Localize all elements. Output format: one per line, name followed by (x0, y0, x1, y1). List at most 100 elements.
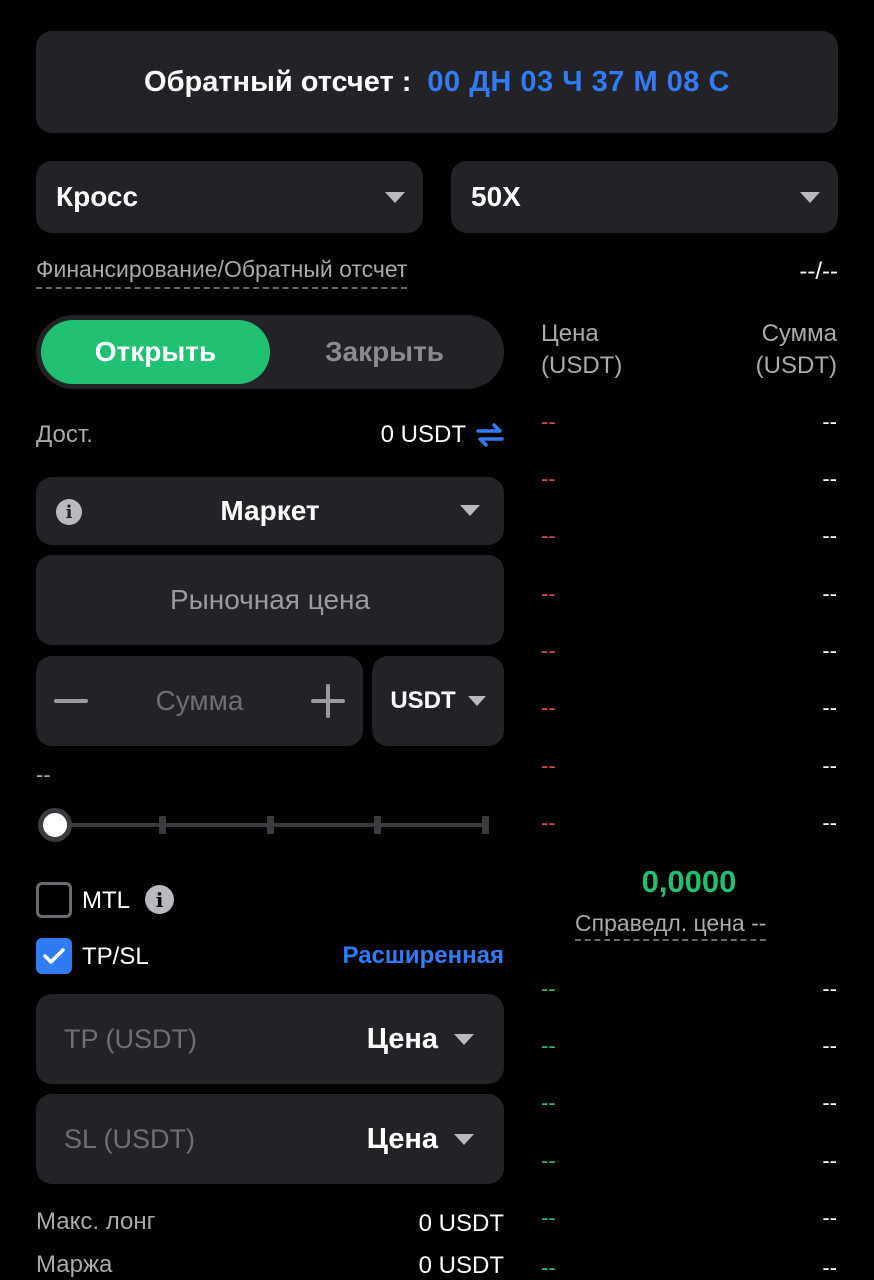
mtl-label: MTL (82, 887, 130, 914)
slider-thumb[interactable] (38, 808, 72, 842)
chevron-down-icon (385, 191, 405, 203)
amount-hint: -- (36, 762, 51, 787)
margin-mode-value: Кросс (56, 181, 139, 212)
margin-mode-select[interactable]: Кросс (36, 161, 423, 233)
ask-row[interactable]: -- -- (541, 581, 837, 607)
slider-tick[interactable] (482, 816, 489, 834)
max-long-label: Макс. лонг (36, 1208, 156, 1235)
ask-row[interactable]: -- -- (541, 409, 837, 435)
bid-amount: -- (822, 1033, 837, 1058)
sl-input[interactable]: SL (USDT) (64, 1094, 195, 1184)
bid-amount: -- (822, 1148, 837, 1173)
bid-price: -- (541, 976, 556, 1001)
available-row: 0 USDT (381, 421, 504, 449)
bid-amount: -- (822, 1255, 837, 1280)
ask-price: -- (541, 409, 556, 434)
leverage-select[interactable]: 50X (451, 161, 838, 233)
tab-open[interactable]: Открыть (41, 320, 270, 384)
max-long-value: 0 USDT (418, 1210, 504, 1237)
bid-price: -- (541, 1148, 556, 1173)
bid-row[interactable]: -- -- (541, 1148, 837, 1174)
fair-price[interactable]: Справедл. цена -- (575, 910, 767, 941)
ask-price: -- (541, 638, 556, 663)
advanced-link[interactable]: Расширенная (343, 942, 505, 970)
bid-amount: -- (822, 1090, 837, 1115)
mtl-checkbox[interactable] (36, 882, 72, 918)
slider-tick[interactable] (374, 816, 381, 834)
ask-row[interactable]: -- -- (541, 523, 837, 549)
bid-amount: -- (822, 976, 837, 1001)
chevron-down-icon (467, 696, 486, 706)
bid-row[interactable]: -- -- (541, 976, 837, 1002)
amount-unit-select[interactable]: USDT (372, 656, 504, 746)
open-close-toggle: Открыть Закрыть (36, 315, 504, 389)
chevron-down-icon (454, 1033, 474, 1045)
ask-row[interactable]: -- -- (541, 810, 837, 836)
ask-row[interactable]: -- -- (541, 466, 837, 492)
ask-amount: -- (822, 810, 837, 835)
chevron-down-icon (460, 505, 480, 516)
tpsl-label: TP/SL (82, 943, 149, 970)
countdown-label: Обратный отсчет : (144, 65, 412, 98)
chevron-down-icon (800, 191, 820, 203)
ask-row[interactable]: -- -- (541, 753, 837, 779)
slider-tick[interactable] (159, 816, 166, 834)
ask-amount: -- (822, 638, 837, 663)
ask-amount: -- (822, 466, 837, 491)
bid-row[interactable]: -- -- (541, 1090, 837, 1116)
price-field[interactable]: Рыночная цена (36, 555, 504, 645)
ob-price-unit: (USDT) (541, 352, 623, 379)
bid-row[interactable]: -- -- (541, 1255, 837, 1280)
mid-price: 0,0000 (641, 864, 737, 899)
sl-field[interactable]: SL (USDT) Цена (36, 1094, 504, 1184)
ask-row[interactable]: -- -- (541, 695, 837, 721)
ob-amount-header: Сумма (USDT) (756, 318, 837, 382)
bid-price: -- (541, 1205, 556, 1230)
tp-type-value: Цена (366, 1022, 438, 1055)
countdown-value: 00 ДН 03 Ч 37 М 08 С (427, 65, 730, 98)
ask-amount: -- (822, 581, 837, 606)
funding-label[interactable]: Финансирование/Обратный отсчет (36, 256, 408, 289)
bid-price: -- (541, 1255, 556, 1280)
plus-icon-vertical[interactable] (326, 684, 330, 718)
bid-row[interactable]: -- -- (541, 1205, 837, 1231)
bid-amount: -- (822, 1205, 837, 1230)
tab-close[interactable]: Закрыть (270, 320, 499, 384)
ask-price: -- (541, 810, 556, 835)
ask-amount: -- (822, 753, 837, 778)
ask-price: -- (541, 581, 556, 606)
available-label: Дост. (36, 421, 93, 448)
sl-type-select[interactable]: Цена (367, 1094, 474, 1184)
tpsl-checkbox[interactable] (36, 938, 72, 974)
ob-amount-unit: (USDT) (755, 352, 837, 379)
ask-price: -- (541, 523, 556, 548)
order-type-select[interactable]: i Маркет (36, 477, 504, 545)
slider-tick[interactable] (267, 816, 274, 834)
ask-amount: -- (822, 695, 837, 720)
minus-icon[interactable] (54, 699, 88, 703)
available-value: 0 USDT (380, 421, 466, 448)
margin-value: 0 USDT (418, 1252, 504, 1279)
ask-price: -- (541, 466, 556, 491)
funding-value: --/-- (799, 258, 838, 285)
transfer-arrows-icon[interactable] (476, 422, 504, 448)
leverage-value: 50X (471, 181, 521, 212)
ask-amount: -- (822, 409, 837, 434)
ask-amount: -- (822, 523, 837, 548)
margin-label: Маржа (36, 1251, 113, 1278)
ask-row[interactable]: -- -- (541, 638, 837, 664)
ob-price-header: Цена (USDT) (541, 318, 622, 382)
ob-price-title: Цена (541, 320, 599, 347)
bid-row[interactable]: -- -- (541, 1033, 837, 1059)
bid-price: -- (541, 1090, 556, 1115)
bid-price: -- (541, 1033, 556, 1058)
tp-input[interactable]: TP (USDT) (64, 994, 197, 1084)
tp-type-select[interactable]: Цена (367, 994, 474, 1084)
tp-field[interactable]: TP (USDT) Цена (36, 994, 504, 1084)
ob-amount-title: Сумма (761, 320, 837, 347)
checkmark-icon (43, 948, 65, 964)
amount-stepper[interactable]: Сумма (36, 656, 363, 746)
info-icon[interactable]: i (145, 885, 174, 914)
countdown-banner: Обратный отсчет : 00 ДН 03 Ч 37 М 08 С (36, 31, 838, 133)
ask-price: -- (541, 695, 556, 720)
